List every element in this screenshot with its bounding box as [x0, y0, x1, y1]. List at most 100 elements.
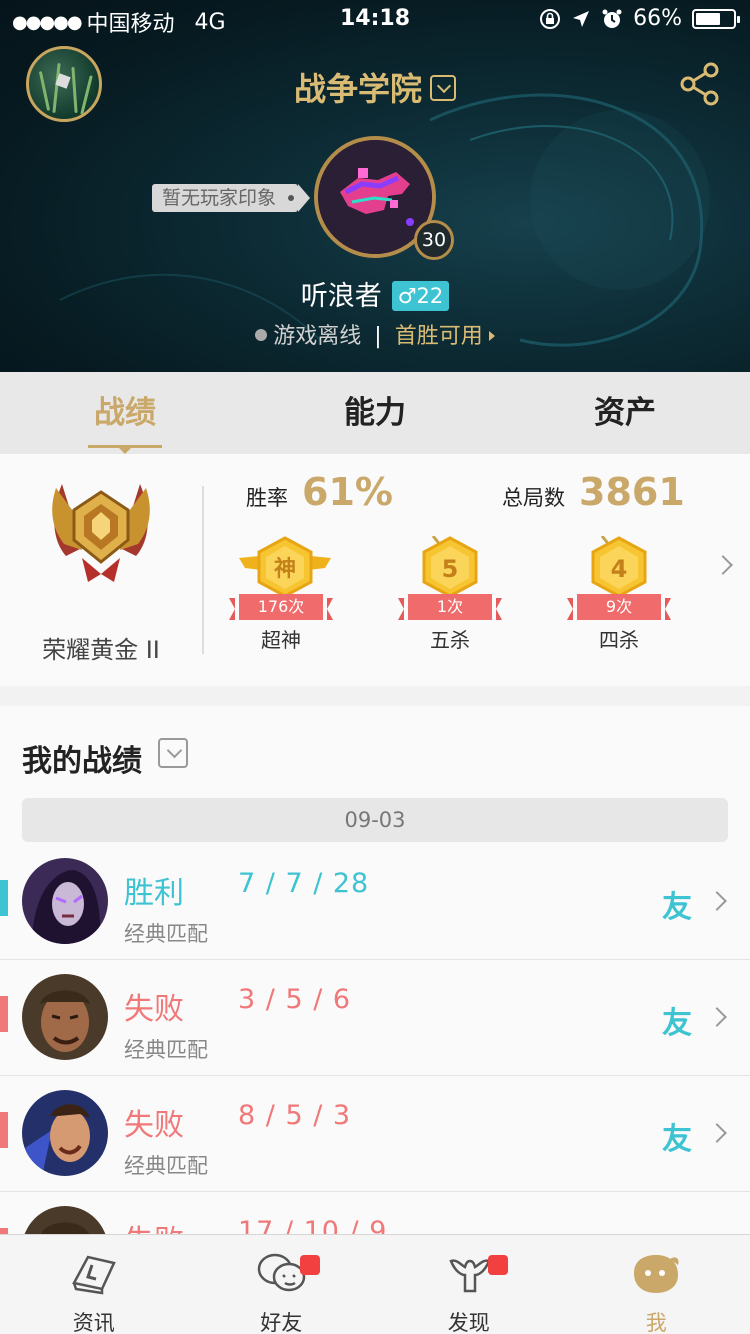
match-mode: 经典匹配: [124, 922, 208, 946]
tab-active-indicator: [88, 445, 162, 454]
battery-icon: [692, 8, 740, 29]
me-poro-icon: [634, 1255, 679, 1293]
medal-glyph: 神: [273, 556, 295, 582]
total-games-label: 总局数: [502, 486, 565, 510]
quadra-kill-medal-icon: 4: [591, 535, 647, 598]
champion-portrait: [22, 974, 108, 1060]
stats-card[interactable]: 荣耀黄金 II 胜率 61% 总局数 3861 神 176次 超神 5 1次 五…: [0, 454, 750, 686]
chevron-right-icon: [707, 1007, 727, 1027]
match-kda: 8 / 5 / 3: [238, 1100, 352, 1131]
result-marker: [0, 996, 8, 1032]
date-separator: 09-03: [22, 798, 728, 842]
nav-discover[interactable]: 发现: [375, 1235, 563, 1334]
medal-count: 9次: [567, 594, 671, 620]
profile-header: ●●●●● 中国移动 4G 14:18 66% 战争学院 暂无玩家印象 30 听…: [0, 0, 750, 372]
champion-portrait: [22, 1206, 108, 1234]
gold-rank-emblem-icon: [52, 484, 150, 582]
chevron-right-icon: [707, 1123, 727, 1143]
nav-friends[interactable]: 好友: [188, 1235, 376, 1334]
tag-hole-icon: [288, 195, 295, 201]
penta-kill-medal-icon: 5: [422, 535, 478, 598]
tab-ability-label: 能力: [344, 395, 406, 431]
penta-kill-medal: 5 1次 五杀: [395, 535, 505, 653]
tab-ability[interactable]: 能力: [250, 372, 500, 454]
tab-assets[interactable]: 资产: [500, 372, 750, 454]
chevron-down-icon: [430, 75, 456, 101]
medal-glyph: 5: [442, 555, 459, 583]
tab-record-label: 战绩: [94, 395, 156, 431]
rank-name: 荣耀黄金 II: [42, 636, 160, 664]
result-marker: [0, 880, 8, 916]
medal-glyph: 4: [611, 555, 628, 583]
offline-dot-icon: [255, 329, 268, 341]
win-rate-label: 胜率: [246, 486, 288, 510]
medal-count: 1次: [398, 594, 502, 620]
medal-label: 五杀: [430, 628, 470, 652]
chevron-right-icon[interactable]: [713, 555, 733, 575]
friend-badge: 友: [662, 1122, 692, 1157]
champion-portrait: [22, 1090, 108, 1176]
location-icon: [573, 10, 590, 27]
nav-news[interactable]: 资讯: [0, 1235, 188, 1334]
quadra-kill-medal: 4 9次 四杀: [564, 535, 674, 653]
news-book-icon: [71, 1255, 116, 1295]
match-result: 失败: [124, 992, 184, 1027]
tab-record[interactable]: 战绩: [0, 372, 250, 454]
medal-label: 四杀: [599, 628, 639, 652]
share-icon[interactable]: [680, 62, 720, 106]
discover-icon: [449, 1259, 491, 1293]
player-impression-label: 暂无玩家印象: [162, 187, 277, 209]
win-rate-stat: 胜率 61%: [246, 470, 393, 514]
status-separator: |: [374, 324, 382, 349]
nickname-row: 听浪者 ♂22: [0, 274, 750, 313]
status-bar: ●●●●● 中国移动 4G 14:18 66%: [0, 0, 750, 40]
nav-label: 资讯: [72, 1311, 115, 1334]
notification-badge: [487, 1255, 508, 1275]
my-matches-section: 我的战绩 09-03 胜利 7 / 7 / 28 经典匹配 友 失败 3 / 5…: [0, 706, 750, 1234]
section-title: 我的战绩: [22, 744, 142, 779]
win-rate-value: 61%: [302, 470, 393, 514]
chevron-down-icon[interactable]: [158, 738, 188, 768]
divider: [202, 486, 204, 654]
bottom-tab-bar: 资讯 好友 发现 我: [0, 1234, 750, 1334]
legendary-medal: 神 176次 超神: [226, 536, 336, 653]
player-impression-tag[interactable]: 暂无玩家印象: [152, 184, 311, 212]
match-mode: 经典匹配: [124, 1154, 208, 1178]
online-status: 游戏离线: [273, 324, 362, 349]
match-kda: 17 / 10 / 9: [238, 1216, 388, 1234]
match-kda: 7 / 7 / 28: [238, 868, 370, 899]
match-row[interactable]: 失败 3 / 5 / 6 经典匹配 友: [0, 960, 750, 1076]
total-games-stat: 总局数 3861: [502, 470, 685, 514]
notification-badge: [300, 1255, 320, 1275]
first-win-link[interactable]: 首胜可用: [395, 324, 483, 349]
match-result: 失败: [124, 1108, 184, 1143]
nav-label: 好友: [260, 1311, 303, 1334]
online-status-row: 游戏离线 | 首胜可用: [0, 318, 750, 350]
triangle-right-icon: [488, 331, 495, 341]
gender-age-badge: ♂22: [391, 280, 450, 311]
server-name: 战争学院: [293, 70, 422, 108]
match-kda: 3 / 5 / 6: [238, 984, 352, 1015]
alarm-icon: [602, 9, 622, 28]
medal-count: 176次: [229, 594, 333, 620]
match-row[interactable]: 失败 8 / 5 / 3 经典匹配 友: [0, 1076, 750, 1192]
tab-assets-label: 资产: [594, 395, 656, 431]
medal-label: 超神: [261, 628, 301, 652]
orientation-lock-icon: [540, 8, 561, 29]
nav-label: 发现: [447, 1311, 490, 1334]
battery-percent: 66%: [633, 6, 682, 31]
legendary-medal-icon: 神: [238, 536, 331, 598]
result-marker: [0, 1112, 8, 1148]
champion-portrait: [22, 858, 108, 944]
match-row[interactable]: 失败 17 / 10 / 9: [0, 1192, 750, 1234]
nav-me[interactable]: 我: [563, 1235, 750, 1334]
profile-tabs: 战绩 能力 资产: [0, 372, 750, 454]
friend-badge: 友: [662, 890, 692, 925]
chevron-right-icon: [707, 891, 727, 911]
summoner-level-badge: 30: [414, 220, 454, 260]
server-selector[interactable]: 战争学院: [0, 64, 750, 110]
match-result: 胜利: [124, 876, 184, 911]
nickname: 听浪者: [300, 281, 382, 312]
match-row[interactable]: 胜利 7 / 7 / 28 经典匹配 友: [0, 844, 750, 960]
match-mode: 经典匹配: [124, 1038, 208, 1062]
